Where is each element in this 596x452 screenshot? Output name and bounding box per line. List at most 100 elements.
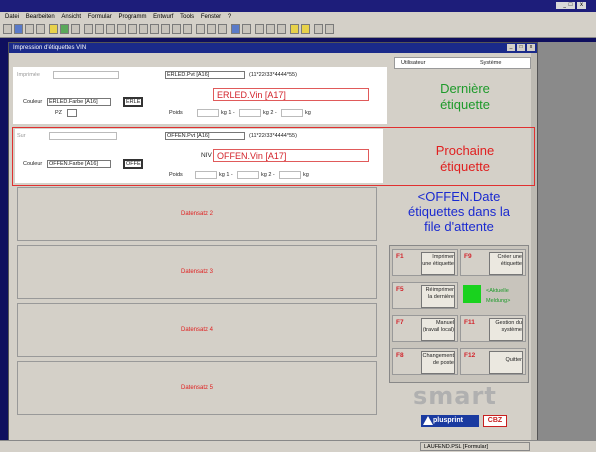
queue-line2: étiquettes dans la [408,204,510,219]
f12-key-label: F12 [464,352,476,359]
f11-key-label: F11 [464,319,475,326]
toolbar-icon-12[interactable] [128,24,137,34]
menu-datei[interactable]: Datei [5,14,19,20]
window-close-icon[interactable]: x [527,44,535,51]
maximize-icon[interactable]: □ [566,2,575,9]
window-scrollbar[interactable] [531,53,537,441]
next-kg1-label: kg 1 - [219,172,233,178]
menu-bar: Datei Bearbeiten Ansicht Formular Progra… [0,12,596,22]
toolbar-icon-1[interactable] [3,24,12,34]
last-pvt-field[interactable]: ERLED.Pvt [A16] [165,71,245,79]
function-key-panel: F1 Imprimer une étiquette F9 Créer une éti… [389,245,529,383]
toolbar-icon-19[interactable] [207,24,216,34]
menu-help[interactable]: ? [228,14,231,20]
last-kg2-field[interactable] [281,109,303,117]
dataset-box-4: Datensatz 4 [17,303,377,357]
menu-bearbeiten[interactable]: Bearbeiten [26,14,55,20]
status-bar: LAUFEND.PSL [Formular] [0,440,596,452]
pz-field[interactable] [67,109,77,117]
imprimee-field[interactable] [53,71,119,79]
toolbar-icon-23[interactable] [255,24,264,34]
dataset-label-5: Datensatz 5 [180,385,214,391]
toolbar-icon-2[interactable] [14,24,23,34]
last-vin-field[interactable]: ERLED.Vin [A17] [213,88,369,101]
smart-logo: smart [413,382,497,410]
menu-entwurf[interactable]: Entwurf [153,14,173,20]
queue-info: <OFFEN.Date étiquettes dans la file d'at… [385,189,533,234]
toolbar-icon-22[interactable] [242,24,251,34]
next-kg1-field[interactable] [237,171,259,179]
desktop-area [536,42,596,440]
menu-ansicht[interactable]: Ansicht [61,14,81,20]
toolbar-icon-5[interactable] [49,24,58,34]
window-maximize-icon[interactable]: □ [517,44,525,51]
toolbar-icon-14[interactable] [150,24,159,34]
toolbar-icon-7[interactable] [71,24,80,34]
next-pvt-field[interactable]: OFFEN.Pvt [A16] [165,132,245,140]
toolbar-icon-8[interactable] [84,24,93,34]
toolbar-icon-11[interactable] [117,24,126,34]
toolbar-icon-15[interactable] [161,24,170,34]
toolbar-icon-25[interactable] [277,24,286,34]
toolbar-icon-18[interactable] [196,24,205,34]
last-poids-field[interactable] [197,109,219,117]
next-kg2-field[interactable] [279,171,301,179]
niv-label: NIV [201,152,212,159]
f11-system-button[interactable]: F11 Gestion du système [460,315,526,342]
dataset-label-2: Datensatz 2 [180,211,214,217]
next-poids-field[interactable] [195,171,217,179]
f12-quit-button[interactable]: F12 Quitter [460,348,526,375]
menu-formular[interactable]: Formular [88,14,112,20]
sur-field[interactable] [49,132,117,140]
toolbar-icon-4[interactable] [36,24,45,34]
status-message: <Aktuelle Meldung> [486,288,511,304]
user-system-tabs: Utilisateur Système [394,57,531,69]
last-caption-line1: Dernière [440,81,490,96]
app-title-bar: _ □ x [0,0,596,12]
tab-systeme[interactable]: Système [480,60,501,66]
toolbar-icon-16[interactable] [172,24,181,34]
f1-print-button[interactable]: F1 Imprimer une étiquette [392,249,458,276]
next-couleur-field[interactable]: OFFEN.Farbe [A16] [47,160,111,168]
toolbar-icon-29[interactable] [325,24,334,34]
next-color-button[interactable]: OFFE [123,159,143,169]
menu-fenster[interactable]: Fenster [201,14,221,20]
close-icon[interactable]: x [577,2,586,9]
next-label-panel: Sur OFFEN.Pvt [A16] (11*22/33*4444*55) N… [15,129,383,183]
toolbar-icon-27[interactable] [301,24,310,34]
last-kg2-label: kg 2 - [263,110,277,116]
next-kg-label: kg [303,172,309,178]
dataset-box-5: Datensatz 5 [17,361,377,415]
f9-create-button[interactable]: F9 Créer une étiquette [460,249,526,276]
toolbar-icon-9[interactable] [95,24,104,34]
toolbar-icon-21[interactable] [231,24,240,34]
menu-programm[interactable]: Programm [118,14,146,20]
queue-line3: file d'attente [424,219,494,234]
next-vin-field[interactable]: OFFEN.Vin [A17] [213,149,369,162]
toolbar-icon-3[interactable] [25,24,34,34]
toolbar-icon-6[interactable] [60,24,69,34]
f7-manual-button[interactable]: F7 Manuel (travail local) [392,315,458,342]
last-kg1-label: kg 1 - [221,110,235,116]
f7-key-label: F7 [396,319,404,326]
f5-reprint-button[interactable]: F5 Réimprimer la dernière [392,282,458,309]
last-color-button[interactable]: ERLE [123,97,143,107]
dataset-box-2: Datensatz 2 [17,187,377,241]
toolbar-icon-17[interactable] [183,24,192,34]
menu-tools[interactable]: Tools [180,14,194,20]
tab-utilisateur[interactable]: Utilisateur [401,60,425,66]
last-couleur-field[interactable]: ERLED.Farbe [A16] [47,98,111,106]
f5-button-text: Réimprimer la dernière [425,287,454,300]
toolbar-icon-10[interactable] [106,24,115,34]
toolbar-icon-26[interactable] [290,24,299,34]
f8-button-text: Changement de poste [422,353,455,366]
toolbar-icon-13[interactable] [139,24,148,34]
toolbar [0,22,596,38]
toolbar-icon-24[interactable] [266,24,275,34]
f8-change-post-button[interactable]: F8 Changement de poste [392,348,458,375]
last-kg1-field[interactable] [239,109,261,117]
toolbar-icon-28[interactable] [314,24,323,34]
window-minimize-icon[interactable]: _ [507,44,515,51]
next-couleur-label: Couleur [23,161,43,167]
toolbar-icon-20[interactable] [218,24,227,34]
